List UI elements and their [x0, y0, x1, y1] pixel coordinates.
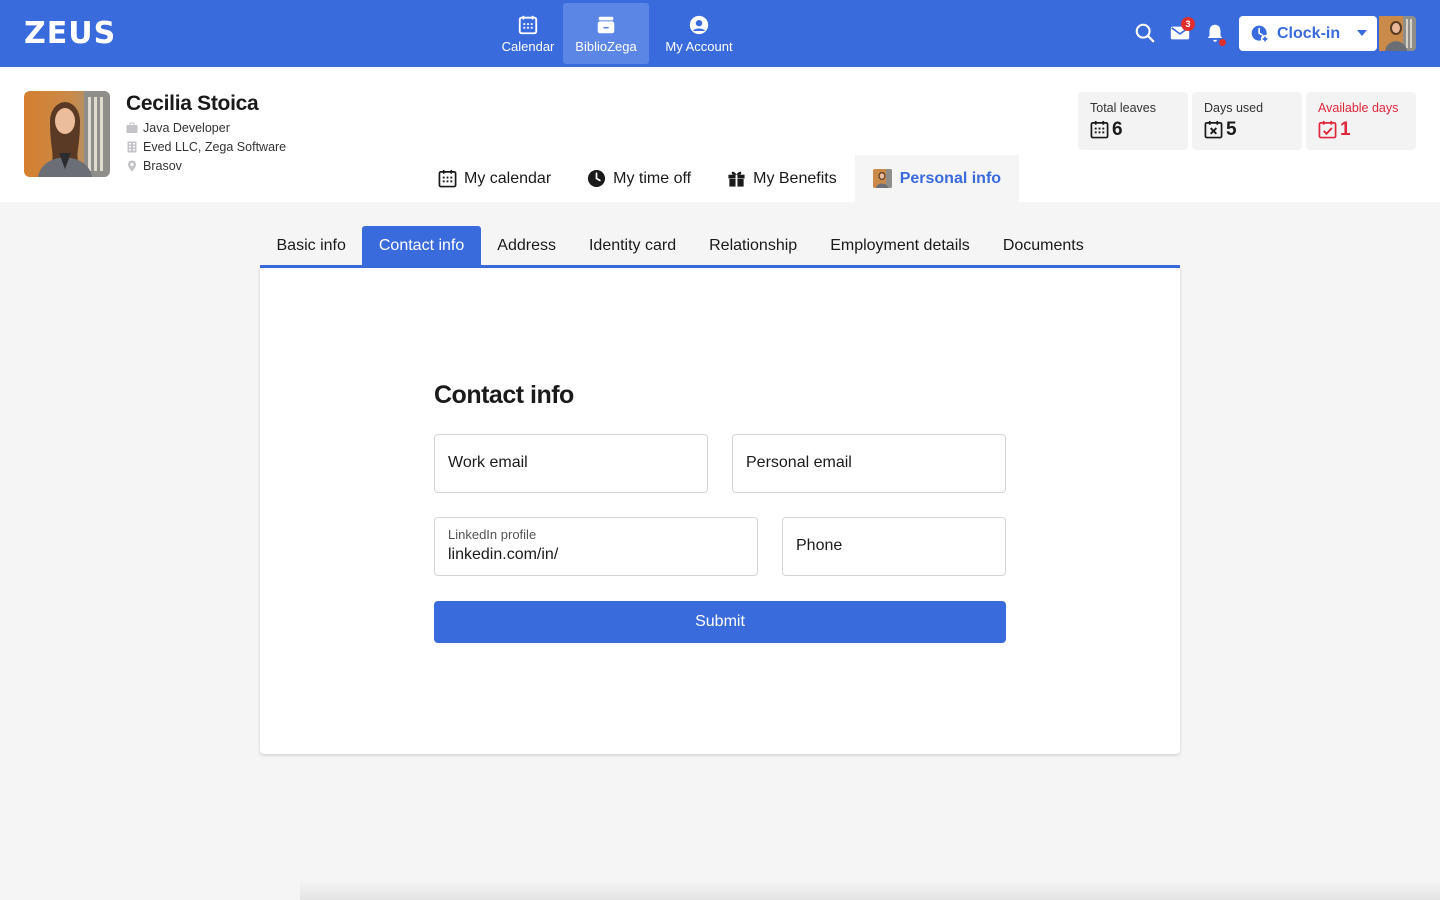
calendar-x-icon [1204, 120, 1223, 139]
profile-company-text: Eved LLC, Zega Software [143, 140, 287, 154]
calendar-icon [438, 169, 457, 188]
user-avatar[interactable] [1379, 16, 1416, 51]
form-title: Contact info [434, 381, 574, 409]
nav-item-my-account[interactable]: My Account [649, 3, 749, 64]
chevron-down-icon[interactable] [1357, 30, 1367, 37]
phone-field[interactable]: Phone [782, 517, 1006, 576]
profile-role: Java Developer [126, 121, 230, 135]
calendar-grid-icon [1090, 120, 1109, 139]
profile-location: Brasov [126, 159, 182, 173]
tab-label: My Benefits [753, 169, 837, 187]
linkedin-value: linkedin.com/in/ [448, 546, 559, 563]
zeus-logo[interactable]: ZEUS [24, 19, 116, 49]
subtab-address[interactable]: Address [481, 226, 573, 265]
tab-my-time-off[interactable]: My time off [569, 155, 709, 202]
archive-icon [597, 16, 615, 33]
bottom-shadow [300, 880, 1440, 900]
linkedin-label: LinkedIn profile [448, 527, 537, 542]
profile-company: Eved LLC, Zega Software [126, 140, 286, 154]
linkedin-profile-field[interactable]: LinkedIn profile linkedin.com/in/ [434, 517, 758, 576]
stat-value: 1 [1340, 119, 1351, 140]
calendar-check-icon [1318, 120, 1337, 139]
clock-plus-icon [1251, 25, 1270, 43]
main-nav: Calendar BiblioZega My Account [493, 3, 749, 64]
personal-email-field[interactable]: Personal email [732, 434, 1006, 493]
tab-my-benefits[interactable]: My Benefits [709, 155, 855, 202]
top-bar: ZEUS Calendar BiblioZega My Account 3 Cl… [0, 0, 1440, 67]
personal-email-placeholder: Personal email [746, 454, 852, 471]
stat-value: 5 [1226, 119, 1237, 140]
personal-info-subtabs: Basic info Contact info Address Identity… [260, 226, 1180, 268]
submit-button[interactable]: Submit [434, 601, 1006, 643]
avatar [872, 169, 892, 188]
stat-days-used: Days used 5 [1192, 92, 1302, 150]
building-icon [127, 141, 137, 153]
subtab-relationship[interactable]: Relationship [693, 226, 814, 265]
subtab-identity-card[interactable]: Identity card [572, 226, 692, 265]
notification-dot [1218, 38, 1227, 47]
profile-location-text: Brasov [143, 159, 182, 173]
stat-label: Available days [1318, 101, 1399, 115]
nav-label: BiblioZega [575, 38, 637, 54]
stat-available-days: Available days 1 [1306, 92, 1416, 150]
mail-count-badge: 3 [1181, 17, 1195, 31]
search-icon[interactable] [1134, 22, 1156, 44]
work-email-field[interactable]: Work email [434, 434, 708, 493]
subtab-documents[interactable]: Documents [986, 226, 1100, 265]
stat-value: 6 [1112, 119, 1123, 140]
clock-in-button[interactable]: Clock-in [1239, 16, 1377, 51]
location-pin-icon [128, 160, 136, 172]
tab-label: My time off [613, 169, 692, 187]
subtab-contact-info[interactable]: Contact info [362, 226, 481, 265]
tab-my-calendar[interactable]: My calendar [420, 155, 569, 202]
tab-label: My calendar [464, 169, 552, 187]
profile-photo [24, 91, 110, 177]
nav-label: Calendar [501, 38, 555, 54]
work-email-placeholder: Work email [448, 454, 528, 471]
tab-label: Personal info [899, 169, 1002, 187]
account-icon [689, 15, 709, 34]
gift-icon [728, 171, 745, 187]
tab-personal-info[interactable]: Personal info [854, 155, 1020, 202]
stat-total-leaves: Total leaves 6 [1078, 92, 1188, 150]
contact-info-card: Contact info Work email Personal email L… [260, 268, 1180, 754]
stat-label: Total leaves [1090, 101, 1157, 115]
profile-name: Cecilia Stoica [126, 92, 259, 115]
profile-role-text: Java Developer [143, 121, 230, 135]
phone-placeholder: Phone [796, 537, 843, 554]
clock-icon [588, 169, 606, 188]
nav-item-calendar[interactable]: Calendar [493, 3, 563, 64]
subtab-basic-info[interactable]: Basic info [260, 226, 362, 265]
profile-tabs: My calendar My time off My Benefits Pers… [420, 155, 1020, 202]
briefcase-icon [126, 122, 138, 133]
profile-header: Cecilia Stoica Java Developer Eved LLC, … [0, 67, 1440, 202]
subtab-employment-details[interactable]: Employment details [814, 226, 987, 265]
calendar-icon [518, 15, 538, 34]
nav-label: My Account [665, 38, 733, 54]
stat-label: Days used [1204, 101, 1264, 115]
nav-item-bibliozega[interactable]: BiblioZega [563, 3, 649, 64]
clock-in-label: Clock-in [1277, 24, 1341, 42]
